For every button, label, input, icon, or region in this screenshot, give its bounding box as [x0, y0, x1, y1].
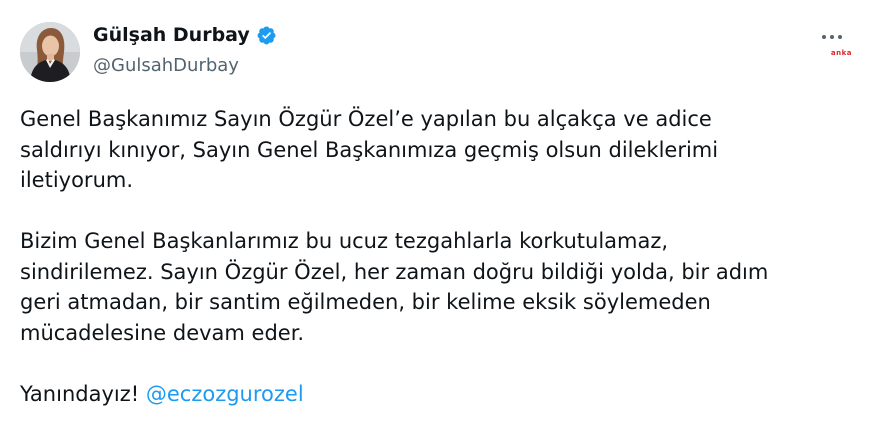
tweet-paragraph-1: Genel Başkanımız Sayın Özgür Özel’e yapı…: [20, 104, 850, 196]
more-options-button[interactable]: [814, 22, 850, 52]
mention-link[interactable]: @eczozgurozel: [146, 382, 304, 406]
tweet-line: geri atmadan, bir santim eğilmeden, bir …: [20, 290, 711, 314]
tweet-line: sindirilemez. Sayın Özgür Özel, her zama…: [20, 259, 769, 284]
tweet-closing-text: Yanındayız!: [20, 381, 140, 406]
tweet-paragraph-2: Bizim Genel Başkanlarımız bu ucuz tezgah…: [20, 226, 850, 348]
tweet-line: Genel Başkanımız Sayın Özgür Özel’e yapı…: [20, 107, 712, 131]
author-display-name[interactable]: Gülşah Durbay: [93, 24, 250, 46]
tweet: Gülşah Durbay @GulsahDurbay anka Genel B…: [0, 0, 870, 447]
more-options-icon: [820, 35, 844, 39]
watermark-logo: anka: [830, 49, 852, 57]
tweet-text: Genel Başkanımız Sayın Özgür Özel’e yapı…: [20, 104, 850, 409]
verified-badge-icon: [256, 25, 277, 46]
author-name-row: Gülşah Durbay: [93, 24, 277, 46]
tweet-closing-line: Yanındayız! @eczozgurozel: [20, 379, 850, 410]
avatar-photo: [20, 22, 80, 82]
tweet-line: saldırıyı kınıyor, Sayın Genel Başkanımı…: [20, 137, 719, 162]
author-handle[interactable]: @GulsahDurbay: [93, 55, 239, 76]
avatar[interactable]: [20, 22, 80, 82]
tweet-line: Bizim Genel Başkanlarımız bu ucuz tezgah…: [20, 229, 669, 253]
tweet-line: iletiyorum.: [20, 168, 134, 192]
tweet-line: mücadelesine devam eder.: [20, 320, 305, 345]
